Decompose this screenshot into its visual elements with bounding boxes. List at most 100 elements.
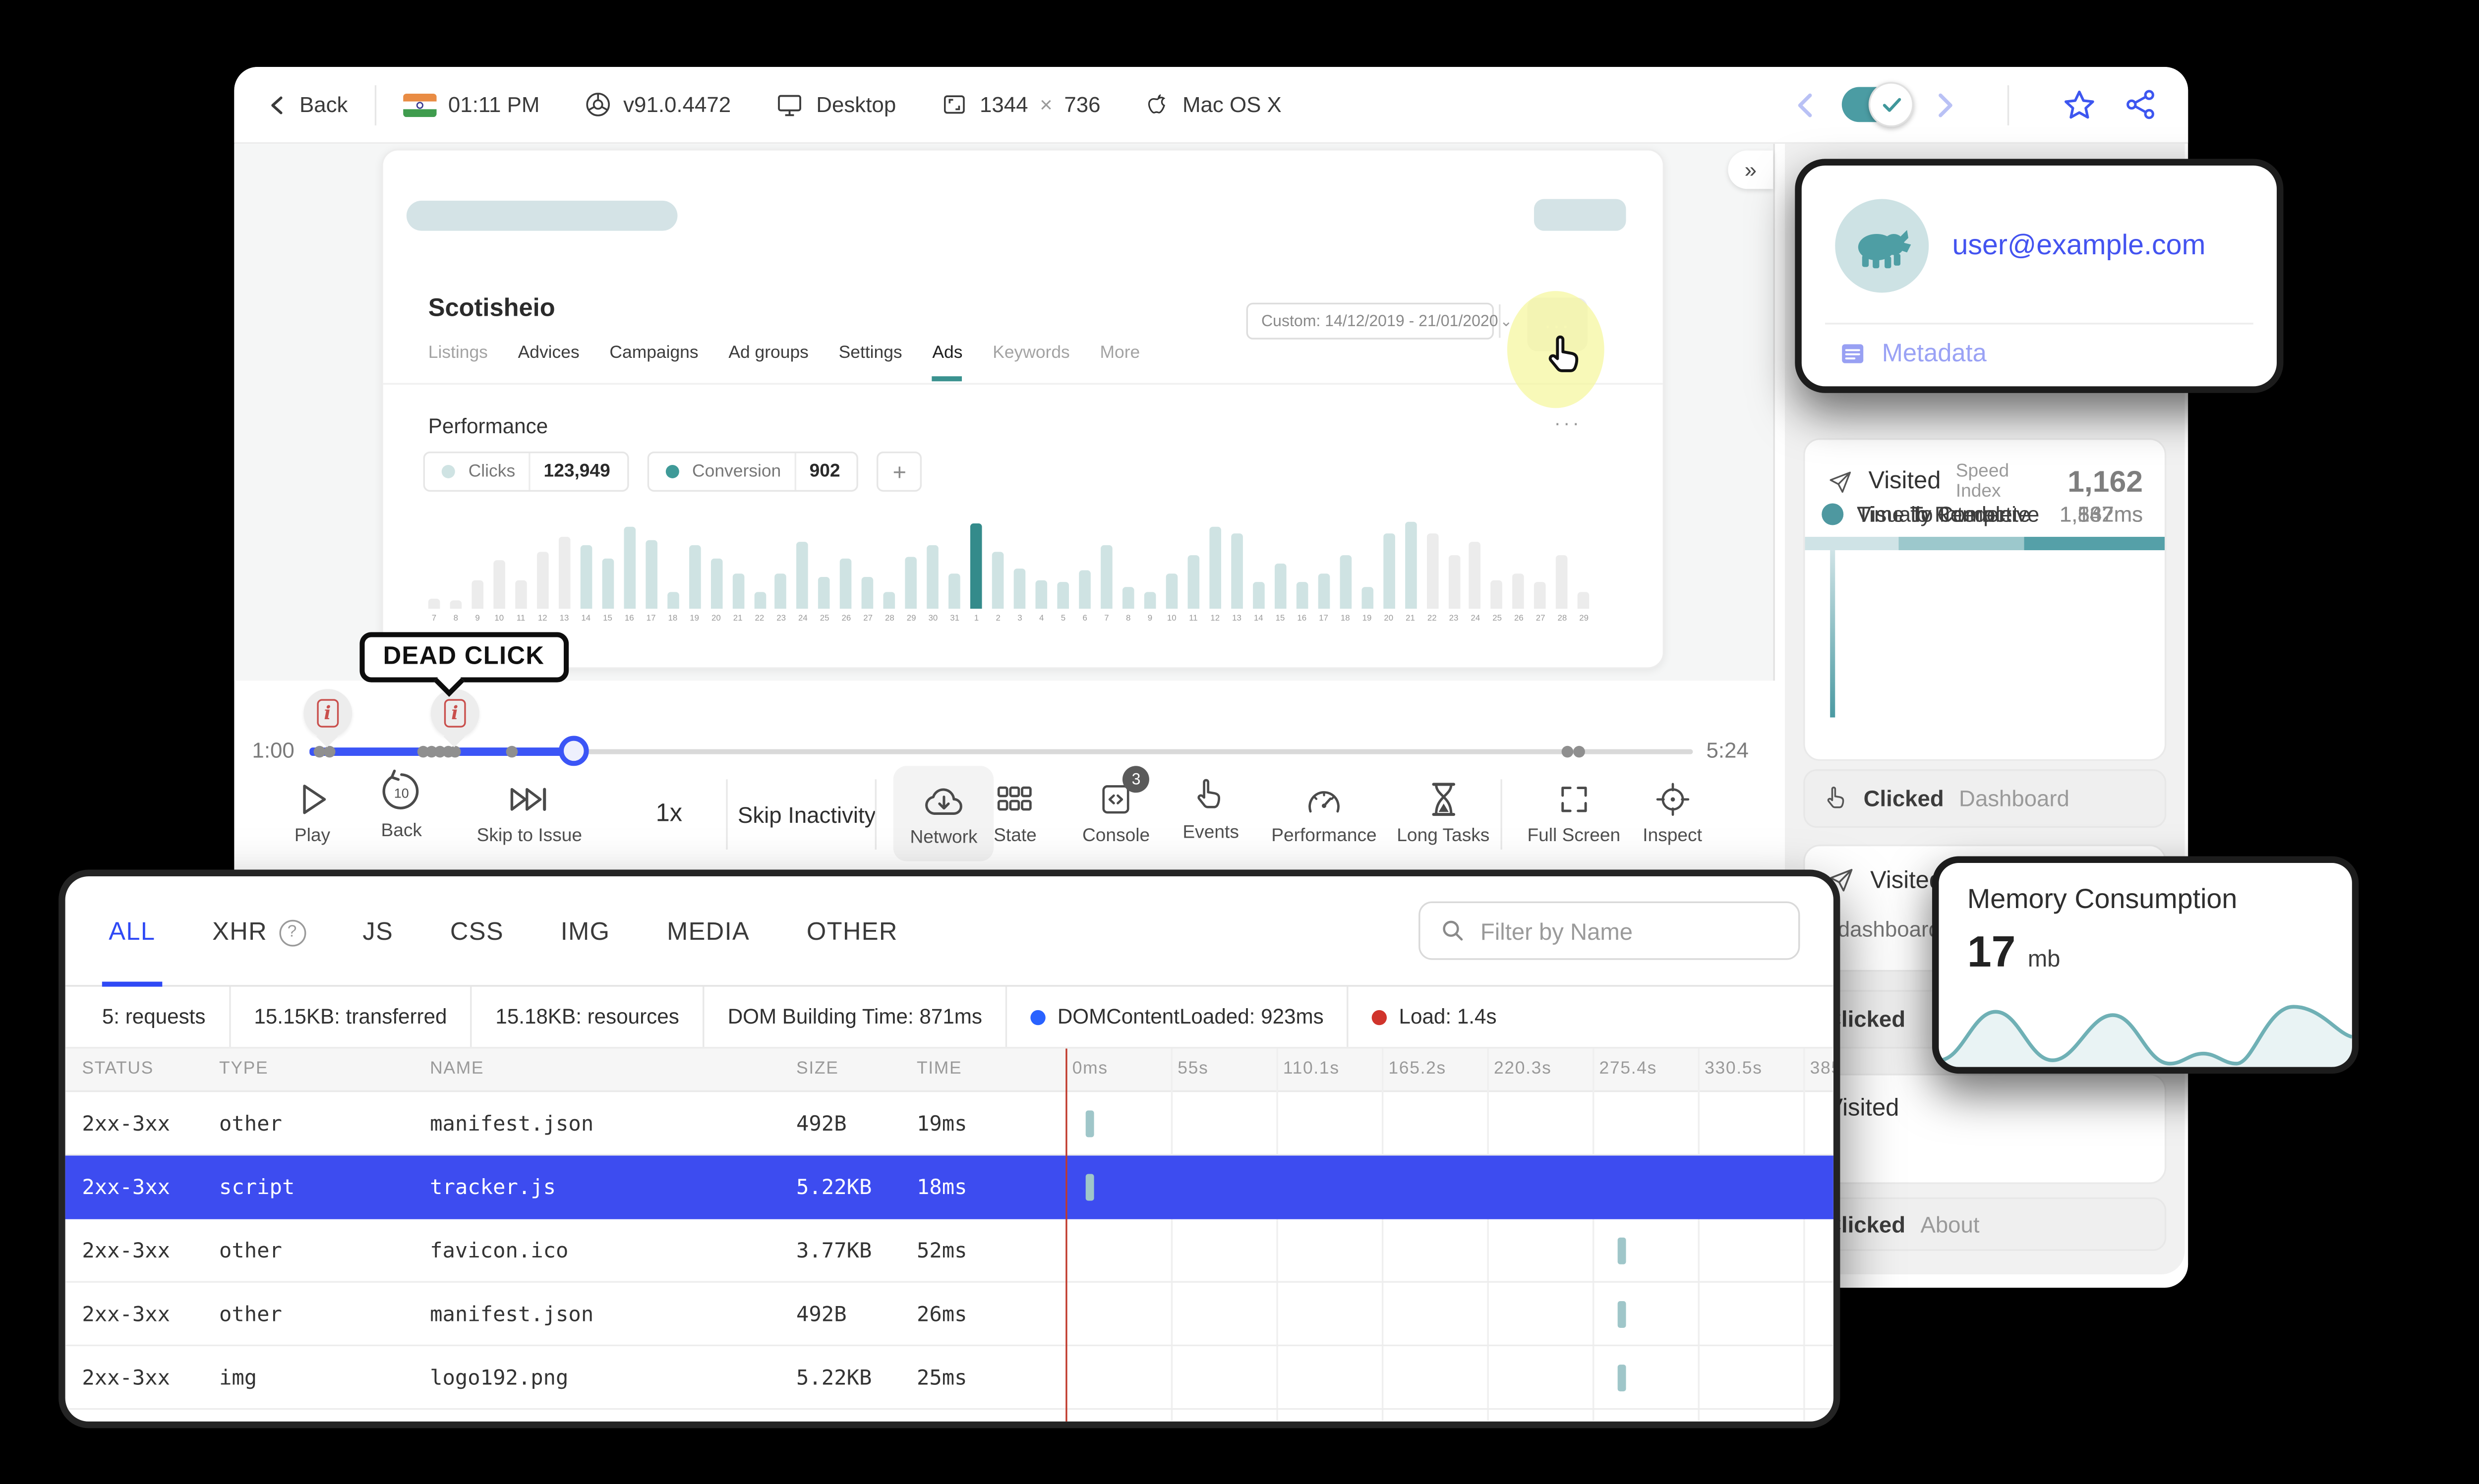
- event-marker[interactable]: [1573, 745, 1586, 758]
- console-count-badge: 3: [1122, 766, 1150, 793]
- conversion-metric-chip[interactable]: Conversion 902: [647, 451, 859, 492]
- next-session-button[interactable]: [1934, 91, 1955, 118]
- filter-input[interactable]: [1480, 917, 1778, 944]
- divider: [1500, 779, 1502, 850]
- events-panel-button[interactable]: Events: [1182, 774, 1239, 843]
- previous-session-button[interactable]: [1795, 91, 1817, 118]
- back-button[interactable]: Back: [268, 92, 348, 117]
- share-button[interactable]: [2123, 87, 2158, 122]
- session-time: 01:11 PM: [403, 92, 539, 117]
- cell-size: 5.22KB: [796, 1174, 872, 1199]
- performance-more-button[interactable]: ···: [1554, 411, 1582, 435]
- back-10-button[interactable]: 10 Back: [380, 769, 423, 841]
- play-label: Play: [294, 826, 331, 847]
- site-nav-tab[interactable]: Advices: [518, 343, 580, 382]
- add-metric-button[interactable]: +: [877, 451, 922, 492]
- autoplay-toggle[interactable]: [1841, 82, 1914, 127]
- site-nav-tab[interactable]: More: [1100, 343, 1140, 382]
- issue-pin[interactable]: i: [303, 689, 352, 738]
- memory-consumption-card: Memory Consumption 17 mb: [1932, 856, 2359, 1074]
- full-screen-button[interactable]: Full Screen: [1527, 778, 1620, 846]
- state-panel-button[interactable]: State: [994, 778, 1037, 846]
- waterfall-tick: 55s: [1178, 1058, 1209, 1079]
- chart-bar: 22: [1421, 512, 1443, 625]
- user-email[interactable]: user@example.com: [1952, 229, 2205, 262]
- memory-unit: mb: [2027, 945, 2061, 972]
- event-marker[interactable]: [324, 745, 336, 758]
- column-header[interactable]: NAME: [430, 1059, 484, 1079]
- network-request-row[interactable]: 2xx-3xx script tracker.js 5.22KB 18ms: [65, 1155, 1833, 1219]
- long-tasks-label: Long Tasks: [1397, 826, 1490, 847]
- play-icon: [302, 785, 326, 814]
- console-panel-button[interactable]: 3 Console: [1082, 766, 1150, 846]
- site-nav-tab[interactable]: Listings: [428, 343, 488, 382]
- metadata-button[interactable]: Metadata: [1838, 340, 1987, 368]
- site-nav-tab[interactable]: Ads: [932, 343, 963, 382]
- date-range-select[interactable]: Custom: 14/12/2019 - 21/01/2020 ⌄: [1246, 302, 1512, 340]
- site-nav-tab[interactable]: Ad groups: [728, 343, 809, 382]
- network-tab[interactable]: MEDIA: [667, 876, 750, 985]
- long-tasks-panel-button[interactable]: Long Tasks: [1397, 778, 1489, 846]
- network-request-row[interactable]: 2xx-3xx img logo192.png 5.22KB 25ms: [65, 1346, 1833, 1410]
- event-marker[interactable]: [1561, 745, 1573, 758]
- column-header[interactable]: TIME: [917, 1059, 962, 1079]
- collapse-sidebar-button[interactable]: »: [1728, 150, 1773, 189]
- event-marker[interactable]: [313, 745, 325, 758]
- playhead-handle[interactable]: [558, 736, 589, 766]
- skip-inactivity-button[interactable]: Skip Inactivity: [738, 803, 876, 828]
- replayed-website: Scotisheio Listings Advices Campaigns Ad gr…: [381, 149, 1665, 669]
- filter-field[interactable]: [1418, 901, 1800, 960]
- network-stat: DOM Building Time: 871ms: [704, 986, 1007, 1047]
- chart-bar: 14: [575, 512, 597, 625]
- skip-to-issue-button[interactable]: Skip to Issue: [476, 778, 583, 847]
- network-tab[interactable]: XHR?: [212, 876, 306, 985]
- site-nav-tab[interactable]: Campaigns: [609, 343, 698, 382]
- network-tab[interactable]: ALL: [102, 876, 162, 987]
- network-tab[interactable]: CSS: [450, 876, 504, 985]
- column-header[interactable]: SIZE: [796, 1059, 839, 1079]
- site-nav-tab[interactable]: Settings: [839, 343, 902, 382]
- visited-event-card[interactable]: Visited Speed Index 1,162 / Time to Rend…: [1803, 438, 2167, 761]
- chart-bar: 20: [1378, 512, 1400, 625]
- help-icon[interactable]: ?: [279, 919, 306, 946]
- chart-bar: 12: [1204, 512, 1226, 625]
- network-request-row[interactable]: 2xx-3xx other favicon.ico 3.77KB 52ms: [65, 1219, 1833, 1283]
- bookmark-star-button[interactable]: [2061, 86, 2098, 123]
- chart-bar: 29: [900, 512, 922, 625]
- clicked-event-row[interactable]: Clicked Dashboard: [1803, 769, 2167, 828]
- clicked-event-row[interactable]: Clicked About: [1803, 1197, 2167, 1251]
- cell-name: tracker.js: [430, 1174, 556, 1199]
- site-nav-tab[interactable]: Keywords: [993, 343, 1070, 382]
- play-button[interactable]: Play: [295, 778, 330, 846]
- network-request-row[interactable]: 2xx-3xx other manifest.json 492B 26ms: [65, 1283, 1833, 1347]
- chart-bar: 16: [1291, 512, 1313, 625]
- inspect-button[interactable]: Inspect: [1643, 778, 1702, 846]
- divider: [875, 779, 877, 850]
- dead-click-callout: DEAD CLICK: [359, 632, 568, 697]
- playback-speed-button[interactable]: 1x: [656, 799, 682, 828]
- chart-bar: 26: [835, 512, 857, 625]
- issue-pin[interactable]: i: [430, 689, 479, 738]
- visited-label: Visited: [1868, 468, 1941, 495]
- column-header[interactable]: TYPE: [219, 1059, 268, 1079]
- cell-name: favicon.ico: [430, 1237, 569, 1263]
- network-tab[interactable]: OTHER: [807, 876, 898, 985]
- timeline-track[interactable]: ii: [303, 689, 1693, 766]
- network-panel-button[interactable]: Network: [893, 766, 995, 861]
- network-tab[interactable]: IMG: [561, 876, 610, 985]
- cell-time: 26ms: [916, 1301, 967, 1326]
- waterfall-bar: [1617, 1301, 1626, 1328]
- performance-panel-button[interactable]: Performance: [1271, 778, 1377, 846]
- event-marker[interactable]: [505, 745, 518, 758]
- skip-to-issue-label: Skip to Issue: [476, 826, 583, 847]
- event-marker[interactable]: [449, 745, 461, 758]
- clicks-metric-chip[interactable]: Clicks 123,949: [423, 451, 629, 492]
- chart-bar: 9: [1139, 512, 1161, 625]
- chart-bar: 18: [1334, 512, 1356, 625]
- column-header[interactable]: STATUS: [82, 1059, 154, 1079]
- visited-event-card[interactable]: Visited: [1803, 1074, 2167, 1184]
- network-request-row[interactable]: 2xx-3xx other manifest.json 492B 19ms: [65, 1092, 1833, 1156]
- cell-type: other: [219, 1237, 282, 1263]
- network-tab[interactable]: JS: [362, 876, 393, 985]
- cell-name: logo192.png: [430, 1365, 569, 1390]
